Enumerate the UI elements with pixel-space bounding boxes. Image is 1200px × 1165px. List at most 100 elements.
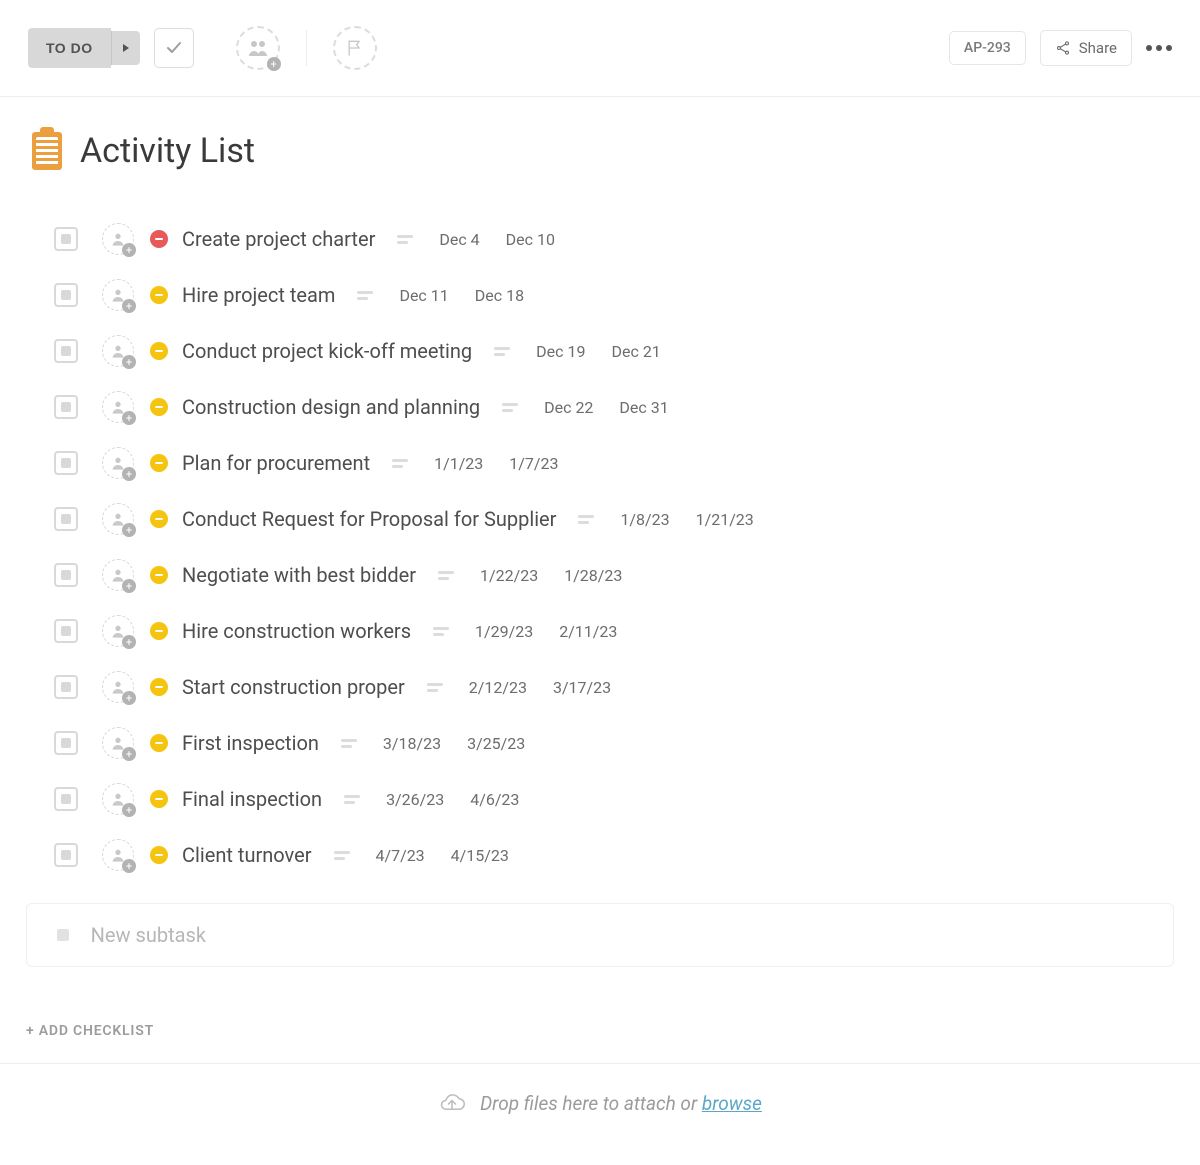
task-title[interactable]: Conduct Request for Proposal for Supplie…: [182, 507, 556, 531]
task-row[interactable]: + Negotiate with best bidder 1/22/23 1/28/2…: [54, 547, 1174, 603]
start-date[interactable]: Dec 4: [439, 230, 479, 249]
more-menu-button[interactable]: [1146, 45, 1172, 51]
assignee-button[interactable]: +: [102, 559, 134, 591]
task-title[interactable]: Hire project team: [182, 283, 335, 307]
end-date[interactable]: Dec 21: [611, 342, 660, 361]
assignee-button[interactable]: +: [102, 335, 134, 367]
priority-badge[interactable]: [150, 622, 168, 640]
status-dropdown-button[interactable]: [111, 31, 140, 65]
task-checkbox[interactable]: [54, 563, 78, 587]
task-checkbox[interactable]: [54, 619, 78, 643]
task-row[interactable]: + Create project charter Dec 4 Dec 10: [54, 211, 1174, 267]
priority-badge[interactable]: [150, 734, 168, 752]
task-row[interactable]: + Final inspection 3/26/23 4/6/23: [54, 771, 1174, 827]
task-checkbox[interactable]: [54, 675, 78, 699]
task-checkbox[interactable]: [54, 843, 78, 867]
end-date[interactable]: 2/11/23: [559, 622, 617, 641]
task-title[interactable]: Client turnover: [182, 843, 312, 867]
task-row[interactable]: + Conduct project kick-off meeting Dec 19 D…: [54, 323, 1174, 379]
new-subtask-row[interactable]: [26, 903, 1174, 967]
start-date[interactable]: Dec 19: [536, 342, 585, 361]
start-date[interactable]: Dec 22: [544, 398, 593, 417]
task-title[interactable]: Final inspection: [182, 787, 322, 811]
mark-complete-button[interactable]: [154, 28, 194, 68]
end-date[interactable]: 1/21/23: [696, 510, 754, 529]
task-row[interactable]: + Construction design and planning Dec 22 D…: [54, 379, 1174, 435]
task-title[interactable]: Hire construction workers: [182, 619, 411, 643]
task-id-badge[interactable]: AP-293: [949, 31, 1026, 65]
start-date[interactable]: 2/12/23: [469, 678, 527, 697]
task-row[interactable]: + Conduct Request for Proposal for Suppli…: [54, 491, 1174, 547]
status-button[interactable]: TO DO: [28, 28, 111, 68]
task-row[interactable]: + Hire construction workers 1/29/23 2/11/23: [54, 603, 1174, 659]
end-date[interactable]: 3/25/23: [467, 734, 525, 753]
task-row[interactable]: + Start construction proper 2/12/23 3/17/23: [54, 659, 1174, 715]
start-date[interactable]: 1/29/23: [475, 622, 533, 641]
add-checklist-button[interactable]: + ADD CHECKLIST: [0, 967, 1200, 1063]
start-date[interactable]: 3/18/23: [383, 734, 441, 753]
priority-badge[interactable]: [150, 846, 168, 864]
task-title[interactable]: Create project charter: [182, 227, 375, 251]
start-date[interactable]: 4/7/23: [376, 846, 425, 865]
start-date[interactable]: 1/1/23: [434, 454, 483, 473]
priority-badge[interactable]: [150, 454, 168, 472]
task-title[interactable]: Conduct project kick-off meeting: [182, 339, 472, 363]
share-button[interactable]: Share: [1040, 30, 1132, 66]
task-checkbox[interactable]: [54, 395, 78, 419]
task-row[interactable]: + Hire project team Dec 11 Dec 18: [54, 267, 1174, 323]
assignee-button[interactable]: +: [102, 503, 134, 535]
assignee-button[interactable]: +: [102, 671, 134, 703]
task-checkbox[interactable]: [54, 451, 78, 475]
assignee-button[interactable]: +: [102, 783, 134, 815]
priority-badge[interactable]: [150, 286, 168, 304]
task-checkbox[interactable]: [54, 787, 78, 811]
end-date[interactable]: Dec 10: [506, 230, 555, 249]
task-checkbox[interactable]: [54, 227, 78, 251]
caret-right-icon: [122, 43, 130, 53]
page-title[interactable]: Activity List: [80, 131, 255, 171]
priority-badge[interactable]: [150, 566, 168, 584]
new-subtask-input[interactable]: [89, 922, 1143, 948]
priority-badge[interactable]: [150, 230, 168, 248]
start-date[interactable]: Dec 11: [399, 286, 448, 305]
toolbar-divider: [306, 30, 307, 66]
task-checkbox[interactable]: [54, 283, 78, 307]
assignee-button[interactable]: +: [102, 391, 134, 423]
priority-badge[interactable]: [150, 678, 168, 696]
assignee-button[interactable]: +: [102, 223, 134, 255]
task-checkbox[interactable]: [54, 731, 78, 755]
priority-badge[interactable]: [150, 342, 168, 360]
priority-badge[interactable]: [150, 398, 168, 416]
assignee-button[interactable]: +: [102, 839, 134, 871]
task-title[interactable]: First inspection: [182, 731, 319, 755]
start-date[interactable]: 3/26/23: [386, 790, 444, 809]
task-checkbox[interactable]: [54, 339, 78, 363]
end-date[interactable]: Dec 31: [619, 398, 668, 417]
assignees-button[interactable]: +: [236, 26, 280, 70]
assignee-button[interactable]: +: [102, 615, 134, 647]
start-date[interactable]: 1/22/23: [480, 566, 538, 585]
end-date[interactable]: 4/15/23: [451, 846, 509, 865]
end-date[interactable]: 3/17/23: [553, 678, 611, 697]
task-row[interactable]: + Plan for procurement 1/1/23 1/7/23: [54, 435, 1174, 491]
end-date[interactable]: 1/28/23: [564, 566, 622, 585]
attachment-dropzone[interactable]: Drop files here to attach or browse: [0, 1063, 1200, 1143]
end-date[interactable]: Dec 18: [475, 286, 524, 305]
task-title[interactable]: Negotiate with best bidder: [182, 563, 416, 587]
priority-badge[interactable]: [150, 510, 168, 528]
task-title[interactable]: Start construction proper: [182, 675, 405, 699]
assignee-button[interactable]: +: [102, 727, 134, 759]
priority-badge[interactable]: [150, 790, 168, 808]
end-date[interactable]: 1/7/23: [509, 454, 558, 473]
browse-link[interactable]: browse: [702, 1092, 762, 1115]
assignee-button[interactable]: +: [102, 279, 134, 311]
priority-flag-button[interactable]: [333, 26, 377, 70]
assignee-button[interactable]: +: [102, 447, 134, 479]
start-date[interactable]: 1/8/23: [620, 510, 669, 529]
task-row[interactable]: + First inspection 3/18/23 3/25/23: [54, 715, 1174, 771]
task-title[interactable]: Plan for procurement: [182, 451, 370, 475]
task-row[interactable]: + Client turnover 4/7/23 4/15/23: [54, 827, 1174, 883]
task-checkbox[interactable]: [54, 507, 78, 531]
end-date[interactable]: 4/6/23: [470, 790, 519, 809]
task-title[interactable]: Construction design and planning: [182, 395, 480, 419]
